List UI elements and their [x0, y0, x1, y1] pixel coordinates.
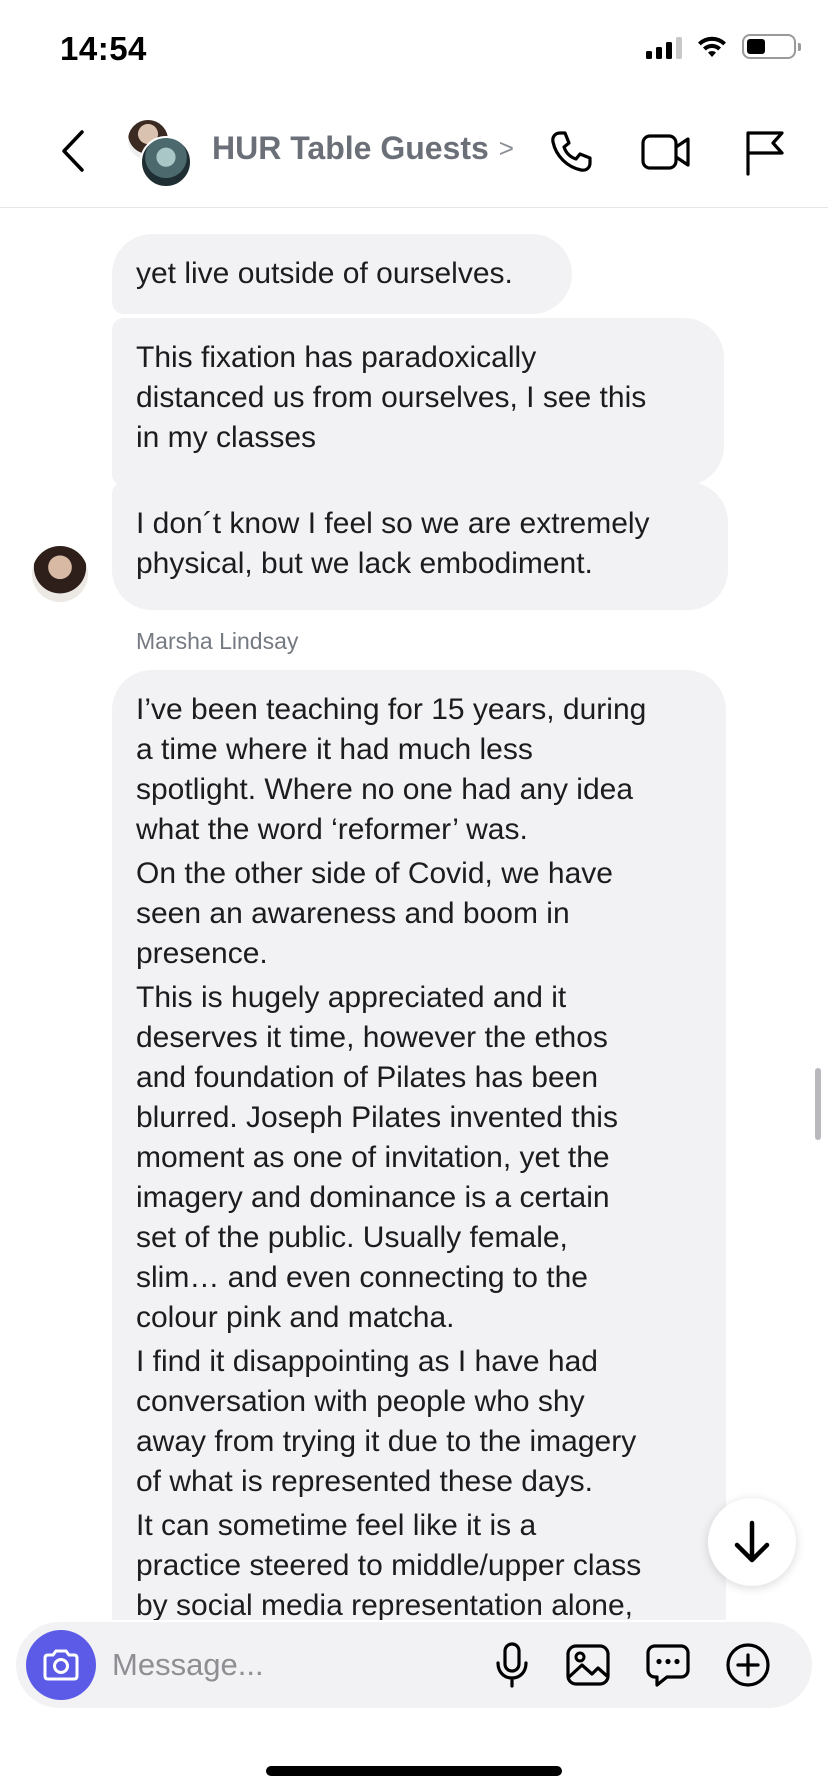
video-call-button[interactable]	[638, 124, 694, 180]
chat-bubble-icon	[646, 1644, 690, 1687]
message-paragraph: I find it disappointing as I have had co…	[136, 1342, 702, 1502]
message-composer	[16, 1622, 812, 1708]
message-line: This is hugely appreciated and it	[136, 981, 567, 1014]
group-name: HUR Table Guests	[212, 130, 489, 166]
message-text: yet live outside of ourselves.	[136, 257, 513, 290]
message-line: conversation with people who shy	[136, 1385, 585, 1418]
more-options-button[interactable]	[722, 1639, 774, 1691]
message-paragraph: It can sometime feel like it is a practi…	[136, 1506, 702, 1620]
message-line: slim… and even connecting to the	[136, 1261, 588, 1294]
message-bubble[interactable]: This fixation has paradoxically distance…	[112, 318, 724, 486]
message-input[interactable]	[112, 1642, 472, 1688]
plus-circle-icon	[726, 1643, 770, 1687]
report-button[interactable]	[736, 124, 792, 180]
message-line: deserves it time, however the ethos	[136, 1021, 608, 1054]
message-line: presence.	[136, 937, 268, 970]
message-paragraph: On the other side of Covid, we have seen…	[136, 854, 702, 974]
message-line: by social media representation alone,	[136, 1589, 633, 1620]
sender-avatar[interactable]	[32, 546, 88, 602]
message-line: I’ve been teaching for 15 years, during	[136, 693, 647, 726]
call-button[interactable]	[543, 124, 599, 180]
message-line: It can sometime feel like it is a	[136, 1509, 537, 1542]
phone-icon	[551, 131, 592, 172]
message-line: seen an awareness and boom in	[136, 897, 570, 930]
message-line: in my classes	[136, 421, 317, 454]
message-bubble[interactable]: I don´t know I feel so we are extremely …	[112, 482, 728, 610]
status-bar: 14:54	[0, 0, 828, 100]
message-paragraph: I’ve been teaching for 15 years, during …	[136, 690, 702, 850]
message-line: I find it disappointing as I have had	[136, 1345, 598, 1378]
camera-button[interactable]	[26, 1630, 96, 1700]
status-icons	[646, 34, 801, 59]
status-time: 14:54	[60, 30, 147, 67]
chevron-left-icon	[62, 130, 84, 172]
message-line: I don´t know I feel so we are extremely	[136, 507, 650, 540]
image-icon	[566, 1644, 610, 1686]
message-line: spotlight. Where no one had any idea	[136, 773, 634, 806]
message-line: On the other side of Covid, we have	[136, 857, 613, 890]
video-camera-icon	[641, 134, 690, 170]
arrow-down-icon	[734, 1520, 770, 1563]
message-line: colour pink and matcha.	[136, 1301, 455, 1334]
home-indicator	[266, 1766, 562, 1776]
back-button[interactable]	[48, 126, 98, 176]
chat-title[interactable]: HUR Table Guests >	[212, 130, 514, 167]
message-line: set of the public. Usually female,	[136, 1221, 568, 1254]
message-list[interactable]: yet live outside of ourselves. This fixa…	[0, 208, 828, 1620]
message-line: practice steered to middle/upper class	[136, 1549, 642, 1582]
message-line: away from trying it due to the imagery	[136, 1425, 637, 1458]
message-bubble[interactable]: yet live outside of ourselves.	[112, 234, 572, 314]
voice-message-button[interactable]	[486, 1639, 538, 1691]
member-avatar	[140, 136, 192, 188]
scrollbar-thumb[interactable]	[815, 1068, 821, 1140]
message-line: physical, but we lack embodiment.	[136, 547, 593, 580]
message-line: of what is represented these days.	[136, 1465, 593, 1498]
message-line: This fixation has paradoxically	[136, 341, 537, 374]
scroll-to-bottom-button[interactable]	[708, 1498, 796, 1586]
message-line: blurred. Joseph Pilates invented this	[136, 1101, 618, 1134]
message-line: imagery and dominance is a certain	[136, 1181, 610, 1214]
camera-icon	[43, 1649, 79, 1681]
message-line: what the word ‘reformer’ was.	[136, 813, 528, 846]
message-paragraph: This is hugely appreciated and it deserv…	[136, 978, 702, 1338]
group-avatar[interactable]	[126, 118, 196, 188]
sticker-button[interactable]	[642, 1639, 694, 1691]
flag-icon	[746, 131, 784, 176]
sender-name: Marsha Lindsay	[136, 628, 299, 654]
message-line: a time where it had much less	[136, 733, 533, 766]
message-line: and foundation of Pilates has been	[136, 1061, 599, 1094]
message-bubble[interactable]: I’ve been teaching for 15 years, during …	[112, 670, 726, 1620]
gallery-button[interactable]	[562, 1639, 614, 1691]
battery-icon	[742, 34, 801, 59]
cellular-signal-icon	[646, 35, 682, 59]
chat-header: HUR Table Guests >	[0, 100, 828, 208]
chevron-right-icon: >	[498, 133, 514, 163]
microphone-icon	[496, 1642, 528, 1688]
wifi-icon	[698, 36, 726, 57]
message-line: distanced us from ourselves, I see this	[136, 381, 647, 414]
message-line: moment as one of invitation, yet the	[136, 1141, 610, 1174]
